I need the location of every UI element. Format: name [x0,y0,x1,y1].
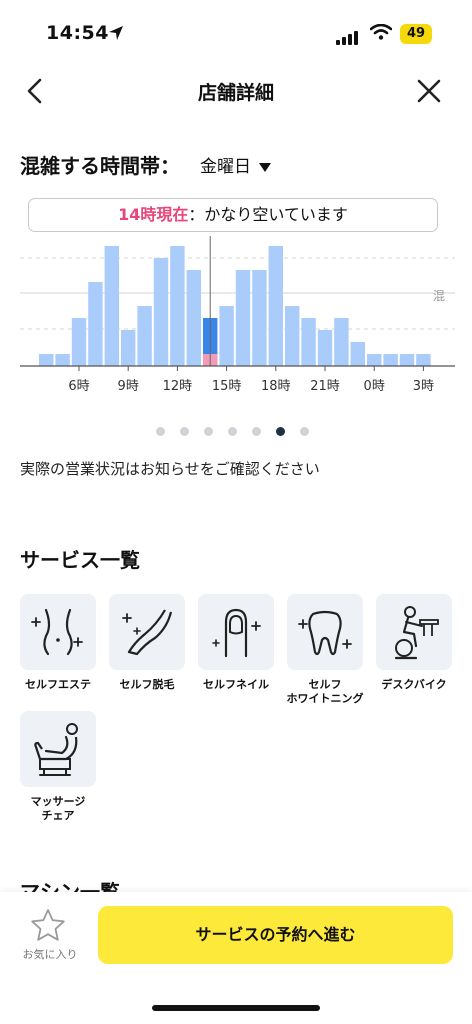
crowd-bar [399,354,415,366]
crowd-bar [88,282,103,366]
crowd-bar [350,342,365,366]
crowd-bar [252,270,267,366]
current-time-label: 14時現在 [118,205,189,224]
star-icon [31,909,65,941]
self-nail-icon [212,608,261,658]
x-tick-label: 15時 [212,379,242,394]
crowd-bar [170,246,185,366]
x-tick-label: 18時 [261,379,291,394]
pager-dot[interactable] [300,427,309,436]
close-button[interactable] [412,74,446,108]
business-status-notice: 実際の営業状況はお知らせをご確認ください [20,460,320,478]
triangle-down-icon [259,162,271,172]
services-section-title: サービス一覧 [20,548,140,572]
crowd-bar [383,354,398,366]
service-label: セルフネイル [203,678,269,691]
favorite-label: お気に入り [22,948,78,961]
day-selector-label: 金曜日 [200,157,251,177]
crowd-section-title: 混雑する時間帯： [20,154,180,178]
service-self-esthetic[interactable]: セルフエステ [20,594,96,692]
pager-dot[interactable] [204,427,213,436]
pager-dot[interactable] [156,427,165,436]
service-label: セルフ ホワイトニング [286,678,364,705]
crowd-bar [301,318,316,366]
service-label: セルフエステ [25,678,91,691]
cellular-signal-icon [336,26,360,45]
crowd-bar [317,330,333,366]
crowd-bar [104,246,119,366]
status-time: 14:54 [46,22,109,44]
x-tick-label: 21時 [310,379,340,394]
reserve-service-button[interactable]: サービスの予約へ進む [98,906,453,964]
service-desk-bike[interactable]: デスクバイク [376,594,452,692]
crowd-bar [416,354,431,366]
crowd-bar [219,306,234,366]
service-label: セルフ脱毛 [119,678,175,691]
service-massage-chair[interactable]: マッサージ チェア [20,711,96,823]
x-tick-label: 0時 [364,379,385,394]
crowd-bar [268,246,283,366]
chart-pager[interactable] [156,421,324,440]
crowd-chart[interactable]: 混 6時 9時 12時 15時 18時 21時 0時 3時 [0,236,472,406]
page-title: 店舗詳細 [197,82,274,104]
x-tick-label: 3時 [413,379,434,394]
pager-dot[interactable] [276,427,285,436]
crowd-bar [186,270,201,366]
self-esthetic-icon [31,608,83,656]
wifi-icon [370,24,392,40]
massage-chair-icon [34,723,78,776]
pager-dot[interactable] [180,427,189,436]
crowd-bar [334,318,349,366]
x-tick-label: 6時 [68,379,89,394]
crowd-bar [137,306,152,366]
self-hair-removal-icon [122,609,173,656]
current-status-text: ：かなり空いています [188,205,348,224]
crowd-bar [121,330,136,366]
desk-bike-icon [394,606,439,660]
crowd-bar [367,354,382,366]
battery-indicator: 49 [400,24,432,44]
location-arrow-icon [109,26,123,40]
crowd-bar [285,306,300,366]
crowd-bar [235,270,251,366]
crowd-bar [39,354,54,366]
home-indicator [152,1005,320,1011]
x-tick-label: 9時 [118,379,139,394]
service-label: デスクバイク [381,678,447,691]
crowd-axis-label: 混 [433,289,445,303]
pager-dot[interactable] [252,427,261,436]
crowd-bar [153,258,169,366]
current-crowd-status: 14時現在：かなり空いています [28,198,438,232]
pager-dot[interactable] [228,427,237,436]
service-label: マッサージ チェア [30,795,86,822]
day-selector[interactable]: 金曜日 [200,152,271,177]
crowd-bar [71,318,87,366]
crowd-bar [55,354,70,366]
service-self-nail[interactable]: セルフネイル [198,594,274,692]
service-self-hair-removal[interactable]: セルフ脱毛 [109,594,185,692]
service-self-whitening[interactable]: セルフ ホワイトニング [287,594,364,706]
self-whitening-icon [298,610,352,656]
x-tick-label: 12時 [163,379,193,394]
